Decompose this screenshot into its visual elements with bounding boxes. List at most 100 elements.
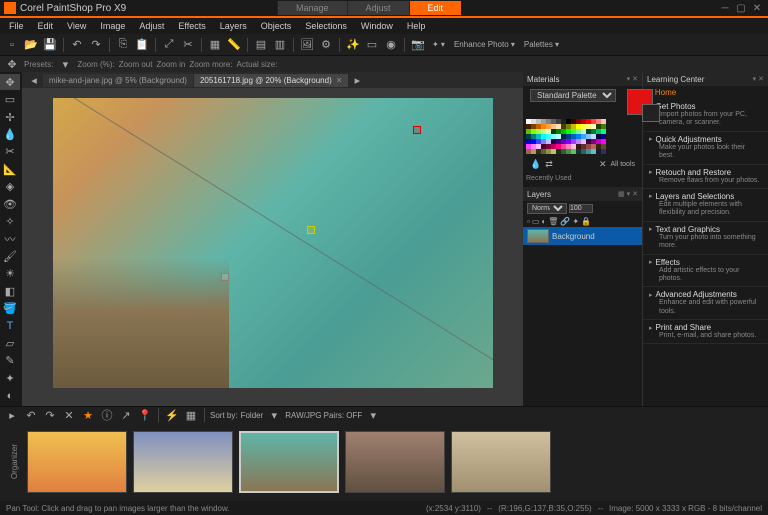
learning-item[interactable]: Advanced AdjustmentsEnhance and edit wit… xyxy=(643,287,768,320)
eraser-tool[interactable]: ◧ xyxy=(0,283,20,299)
palette-select[interactable]: Standard Palette xyxy=(530,89,616,102)
org-script-icon[interactable]: ⚡ xyxy=(164,407,180,423)
oil-tool[interactable]: ◐ xyxy=(0,388,20,404)
layer-background[interactable]: Background xyxy=(523,227,642,245)
panel-close-icon[interactable]: ✕ xyxy=(632,75,638,83)
copy-icon[interactable]: ⎘ xyxy=(115,37,131,53)
document-tab-2[interactable]: 205161718.jpg @ 20% (Background) ✕ xyxy=(194,74,348,87)
org-map-icon[interactable]: 📍 xyxy=(137,407,153,423)
org-info-icon[interactable]: ⓘ xyxy=(99,407,115,423)
menu-effects[interactable]: Effects xyxy=(173,20,210,32)
new-group-icon[interactable]: ▭ xyxy=(532,217,540,226)
curve-node[interactable] xyxy=(221,273,229,281)
color-swatch[interactable] xyxy=(601,149,606,154)
undo-icon[interactable]: ↶ xyxy=(69,37,85,53)
curve-node[interactable] xyxy=(93,335,101,343)
resize-icon[interactable]: ⤢ xyxy=(161,37,177,53)
rawjpg-label[interactable]: RAW/JPG Pairs: OFF xyxy=(285,411,362,420)
smart-tool[interactable]: ✦ xyxy=(0,370,20,386)
browse-icon[interactable]: 🖼 xyxy=(299,37,315,53)
new-icon[interactable]: ▫ xyxy=(4,37,20,53)
batch-icon[interactable]: ⚙ xyxy=(318,37,334,53)
menu-help[interactable]: Help xyxy=(402,20,431,32)
canvas[interactable] xyxy=(53,98,493,388)
close-icon[interactable]: ✕ xyxy=(750,2,764,14)
star-icon[interactable]: ✦ ▾ xyxy=(429,40,448,49)
histogram-icon[interactable]: ▥ xyxy=(272,37,288,53)
ruler-icon[interactable]: 📏 xyxy=(226,37,242,53)
mode-manage[interactable]: Manage xyxy=(277,1,347,15)
learning-item[interactable]: Quick AdjustmentsMake your photos look t… xyxy=(643,132,768,165)
dropper-icon[interactable]: 💧 xyxy=(530,159,541,170)
move-tool[interactable]: ✢ xyxy=(0,109,20,125)
learning-item[interactable]: EffectsAdd artistic effects to your phot… xyxy=(643,255,768,288)
thumbnail[interactable] xyxy=(133,431,233,493)
pan-tool[interactable]: ✥ xyxy=(0,74,20,90)
panel-close-icon[interactable]: ✕ xyxy=(632,190,638,198)
redo-icon[interactable]: ↷ xyxy=(88,37,104,53)
deform-tool[interactable]: ◈ xyxy=(0,179,20,195)
palettes-menu[interactable]: Palettes ▾ xyxy=(521,40,562,49)
tab-next-icon[interactable]: ▸ xyxy=(349,72,365,88)
learning-item[interactable]: Print and SharePrint, e-mail, and share … xyxy=(643,320,768,344)
grid-icon[interactable]: ▦ xyxy=(207,37,223,53)
lighten-tool[interactable]: ☀ xyxy=(0,266,20,282)
shape-tool[interactable]: ▱ xyxy=(0,335,20,351)
save-icon[interactable]: 💾 xyxy=(42,37,58,53)
rawjpg-dropdown-icon[interactable]: ▾ xyxy=(365,407,381,423)
pen-tool[interactable]: ✎ xyxy=(0,353,20,369)
background-swatch[interactable] xyxy=(642,104,660,122)
mode-edit[interactable]: Edit xyxy=(409,1,462,15)
swap-icon[interactable]: ⇄ xyxy=(545,159,553,170)
org-share-icon[interactable]: ↗ xyxy=(118,407,134,423)
redeye-tool[interactable]: 👁 xyxy=(0,196,20,212)
learning-item[interactable]: Layers and SelectionsEdit multiple eleme… xyxy=(643,189,768,222)
enhance-menu[interactable]: Enhance Photo ▾ xyxy=(451,40,518,49)
panel-min-icon[interactable]: ▾ xyxy=(627,75,631,83)
menu-selections[interactable]: Selections xyxy=(300,20,352,32)
preset-dropdown[interactable]: ▾ xyxy=(57,56,73,72)
org-delete-icon[interactable]: ✕ xyxy=(61,407,77,423)
thumbnail[interactable] xyxy=(345,431,445,493)
organizer-label[interactable]: Organizer xyxy=(8,442,21,481)
thumbnail[interactable] xyxy=(451,431,551,493)
learning-item[interactable]: Retouch and RestoreRemove flaws from you… xyxy=(643,165,768,189)
sort-dropdown-icon[interactable]: ▾ xyxy=(266,407,282,423)
menu-file[interactable]: File xyxy=(4,20,29,32)
text-tool[interactable]: T xyxy=(0,318,20,334)
blend-mode-select[interactable]: Normal xyxy=(527,203,567,214)
layers-icon[interactable]: ▤ xyxy=(253,37,269,53)
panel-min-icon[interactable]: ▾ xyxy=(627,190,631,198)
open-icon[interactable]: 📂 xyxy=(23,37,39,53)
crop-icon[interactable]: ✂ xyxy=(180,37,196,53)
color-palette-grid[interactable] xyxy=(526,119,639,154)
new-layer-icon[interactable]: ▫ xyxy=(527,217,530,226)
tab-prev-icon[interactable]: ◂ xyxy=(26,72,42,88)
effects-icon[interactable]: ✨ xyxy=(345,37,361,53)
menu-objects[interactable]: Objects xyxy=(256,20,297,32)
learning-item[interactable]: Get PhotosImport photos from your PC, ca… xyxy=(643,99,768,132)
select-tool[interactable]: ▭ xyxy=(0,91,20,107)
menu-edit[interactable]: Edit xyxy=(33,20,59,32)
org-rotate-left-icon[interactable]: ↶ xyxy=(23,407,39,423)
link-icon[interactable]: 🔗 xyxy=(560,217,570,226)
foreground-swatch[interactable] xyxy=(627,89,653,115)
panel-menu-icon[interactable]: ▦ xyxy=(618,190,625,198)
minimize-icon[interactable]: ─ xyxy=(718,2,732,14)
thumbnail[interactable] xyxy=(27,431,127,493)
fx-icon[interactable]: ✦ xyxy=(572,217,579,226)
org-expand-icon[interactable]: ▸ xyxy=(4,407,20,423)
mode-adjust[interactable]: Adjust xyxy=(347,1,409,15)
menu-view[interactable]: View xyxy=(62,20,91,32)
crop-tool[interactable]: ✂ xyxy=(0,144,20,160)
thumbnail-selected[interactable] xyxy=(239,431,339,493)
clone-tool[interactable]: ✧ xyxy=(0,213,20,229)
maximize-icon[interactable]: ▢ xyxy=(734,2,748,14)
menu-adjust[interactable]: Adjust xyxy=(134,20,169,32)
paste-icon[interactable]: 📋 xyxy=(134,37,150,53)
curve-node-red[interactable] xyxy=(413,126,421,134)
brush-tool[interactable]: 🖌 xyxy=(0,248,20,264)
sort-folder[interactable]: Folder xyxy=(241,411,264,420)
lock-icon[interactable]: ✕ xyxy=(599,159,607,170)
opacity-input[interactable] xyxy=(569,204,593,213)
